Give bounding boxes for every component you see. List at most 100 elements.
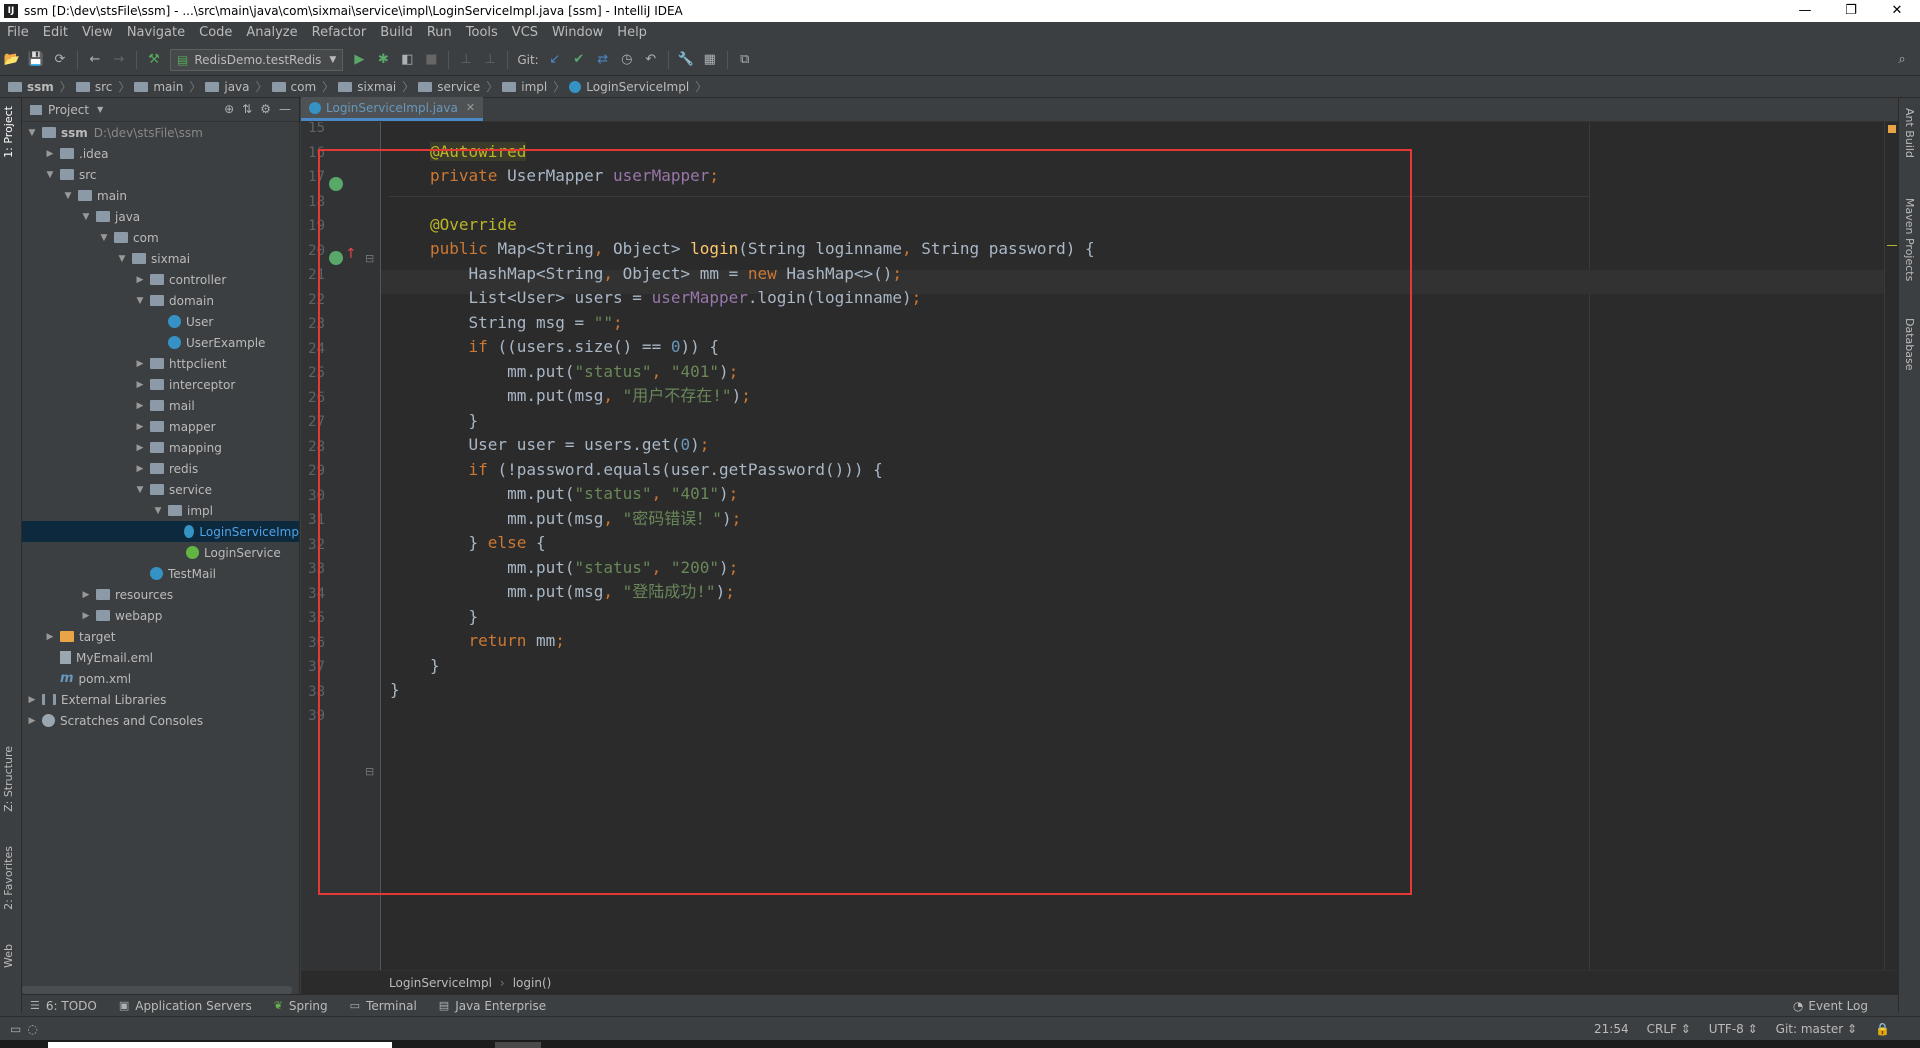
tree-item[interactable]: ▼ service (22, 479, 299, 500)
chevron-down-icon[interactable]: ▼ (116, 254, 128, 264)
back-icon[interactable]: ← (84, 49, 106, 71)
editor-bc-class[interactable]: LoginServiceImpl (389, 976, 492, 990)
chevron-down-icon[interactable]: ▼ (44, 170, 56, 180)
tool-spring[interactable]: ❦ Spring (274, 999, 328, 1013)
nav-crumb-class[interactable]: LoginServiceImpl 〉 (569, 78, 707, 95)
nav-crumb-main[interactable]: main 〉 (134, 78, 201, 95)
chevron-right-icon[interactable]: ▶ (134, 443, 146, 453)
tree-item[interactable]: User (22, 311, 299, 332)
chevron-down-icon[interactable]: ▼ (134, 296, 146, 306)
implements-method-icon[interactable] (329, 251, 343, 265)
history-icon[interactable]: ◷ (616, 49, 638, 71)
tab-favorites[interactable]: 2: Favorites (2, 846, 15, 910)
tool-todo[interactable]: ☰ 6: TODO (30, 999, 97, 1013)
nav-crumb-src[interactable]: src 〉 (75, 78, 130, 95)
tree-item[interactable]: ▶ mapping (22, 437, 299, 458)
line-separator[interactable]: CRLF ⇕ (1647, 1022, 1691, 1036)
attach-icon[interactable]: ⊥ (455, 49, 477, 71)
tab-database[interactable]: Database (1903, 318, 1916, 371)
tree-item[interactable]: ▼ domain (22, 290, 299, 311)
tree-item[interactable]: ▶ .idea (22, 143, 299, 164)
menu-edit[interactable]: Edit (36, 22, 75, 44)
taskbar-search-box[interactable] (48, 1042, 392, 1048)
menu-run[interactable]: Run (420, 22, 459, 44)
tree-item[interactable]: ▼ com (22, 227, 299, 248)
fold-open-icon[interactable]: ⊟ (365, 252, 374, 265)
chevron-right-icon[interactable]: ▶ (134, 401, 146, 411)
tree-item[interactable]: ▼ ssm D:\dev\stsFile\ssm (22, 122, 299, 143)
project-horizontal-scrollbar[interactable] (22, 986, 292, 994)
chevron-right-icon[interactable]: ▶ (80, 590, 92, 600)
tree-item[interactable]: UserExample (22, 332, 299, 353)
chevron-down-icon[interactable]: ▼ (80, 212, 92, 222)
file-encoding[interactable]: UTF-8 ⇕ (1709, 1022, 1758, 1036)
forward-icon[interactable]: → (108, 49, 130, 71)
tree-item[interactable]: LoginServiceImp (22, 521, 299, 542)
tree-item[interactable]: ▼ src (22, 164, 299, 185)
locate-icon[interactable]: ⊕ (224, 102, 234, 116)
git-compare-icon[interactable]: ⇄ (592, 49, 614, 71)
code-area[interactable]: 15 16 17 18 19 20 21 22 23 24 25 26 27 28 29 30 31 32 33 34… (301, 122, 1898, 970)
chevron-right-icon[interactable]: ▶ (80, 611, 92, 621)
menu-analyze[interactable]: Analyze (239, 22, 304, 44)
menu-window[interactable]: Window (545, 22, 610, 44)
editor-tab-loginserviceimpl[interactable]: LoginServiceImpl.java ✕ (301, 97, 484, 121)
tree-item[interactable]: MyEmail.eml (22, 647, 299, 668)
git-update-icon[interactable]: ↙ (544, 49, 566, 71)
chevron-down-icon[interactable]: ▼ (26, 128, 38, 138)
menu-view[interactable]: View (75, 22, 120, 44)
profile-icon[interactable]: ⊥ (479, 49, 501, 71)
project-structure-icon[interactable]: ▦ (699, 49, 721, 71)
lock-icon[interactable]: 🔒 (1875, 1022, 1890, 1036)
taskbar-app-button[interactable] (495, 1042, 541, 1048)
git-branch[interactable]: Git: master ⇕ (1776, 1022, 1857, 1036)
tree-item[interactable]: ▶ mapper (22, 416, 299, 437)
nav-crumb-ssm[interactable]: ssm 〉 (8, 78, 72, 95)
debug-icon[interactable]: ✱ (372, 49, 394, 71)
revert-icon[interactable]: ↶ (640, 49, 662, 71)
chevron-right-icon[interactable]: ▶ (26, 695, 38, 705)
tab-ant-build[interactable]: Ant Build (1903, 108, 1916, 158)
tree-item[interactable]: ▶ httpclient (22, 353, 299, 374)
tree-item[interactable]: ▶ resources (22, 584, 299, 605)
nav-crumb-java[interactable]: java 〉 (205, 78, 268, 95)
minimize-button[interactable]: — (1782, 0, 1828, 22)
nav-crumb-sixmai[interactable]: sixmai 〉 (338, 78, 414, 95)
tab-structure[interactable]: Z: Structure (2, 746, 15, 812)
build-hammer-icon[interactable]: ⚒ (143, 49, 165, 71)
tab-web[interactable]: Web (2, 944, 15, 968)
layout-toggle-icon[interactable]: ▭ (10, 1022, 21, 1036)
hide-icon[interactable]: — (279, 102, 291, 116)
menu-build[interactable]: Build (373, 22, 420, 44)
tree-item[interactable]: ▶ interceptor (22, 374, 299, 395)
tree-item[interactable]: ▶ Scratches and Consoles (22, 710, 299, 731)
tree-item[interactable]: ▶ controller (22, 269, 299, 290)
tree-item[interactable]: ▶ target (22, 626, 299, 647)
nav-crumb-service[interactable]: service 〉 (418, 78, 498, 95)
git-commit-icon[interactable]: ✔ (568, 49, 590, 71)
override-arrow-icon[interactable]: ↑ (345, 246, 357, 262)
chevron-down-icon[interactable]: ▼ (62, 191, 74, 201)
nav-crumb-impl[interactable]: impl 〉 (502, 78, 565, 95)
search-icon[interactable]: ⌕ (1891, 49, 1913, 71)
tree-item[interactable]: ▶ External Libraries (22, 689, 299, 710)
event-log-button[interactable]: ◔ Event Log (1793, 999, 1868, 1013)
bean-autowired-icon[interactable] (329, 177, 343, 191)
settings-wrench-icon[interactable]: 🔧 (675, 49, 697, 71)
menu-navigate[interactable]: Navigate (120, 22, 192, 44)
open-folder-icon[interactable]: 📂 (1, 49, 23, 71)
tree-item[interactable]: ▶ webapp (22, 605, 299, 626)
chevron-right-icon[interactable]: ▶ (44, 149, 56, 159)
close-tab-icon[interactable]: ✕ (466, 101, 475, 114)
chevron-right-icon[interactable]: ▶ (134, 275, 146, 285)
tree-item[interactable]: ▼ sixmai (22, 248, 299, 269)
menu-refactor[interactable]: Refactor (305, 22, 374, 44)
editor-bc-method[interactable]: login() (513, 976, 552, 990)
tree-item[interactable]: TestMail (22, 563, 299, 584)
chevron-down-icon[interactable]: ▼ (98, 233, 110, 243)
menu-help[interactable]: Help (610, 22, 654, 44)
chevron-right-icon[interactable]: ▶ (44, 632, 56, 642)
tree-item[interactable]: ▼ impl (22, 500, 299, 521)
sync-icon[interactable]: ⟳ (49, 49, 71, 71)
stop-icon[interactable]: ■ (420, 49, 442, 71)
